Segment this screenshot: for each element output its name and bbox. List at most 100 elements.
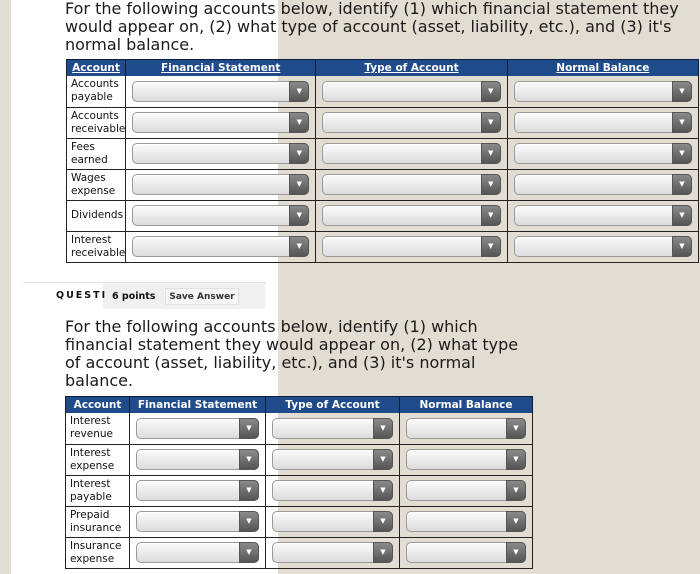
type-of-account-select[interactable]: ▼ <box>272 417 393 439</box>
answer-cell: ▼ <box>399 444 533 476</box>
dropdown-arrow-icon[interactable]: ▼ <box>480 112 501 133</box>
dropdown-arrow-icon[interactable]: ▼ <box>373 480 393 501</box>
prompt-line: balance. <box>65 371 134 390</box>
normal-balance-select[interactable]: ▼ <box>513 80 692 102</box>
question-points: 6 points <box>112 291 156 302</box>
dropdown-arrow-icon[interactable]: ▼ <box>239 511 259 532</box>
type-of-account-select[interactable]: ▼ <box>322 112 501 133</box>
normal-balance-select[interactable]: ▼ <box>513 112 692 133</box>
dropdown-arrow-icon[interactable]: ▼ <box>289 143 310 164</box>
dropdown-arrow-icon[interactable]: ▼ <box>480 80 501 102</box>
dropdown-arrow-icon[interactable]: ▼ <box>373 542 393 563</box>
financial-statement-select[interactable]: ▼ <box>136 449 259 470</box>
column-header-normal-balance: Normal Balance <box>399 396 533 413</box>
type-of-account-select[interactable]: ▼ <box>272 511 393 532</box>
answer-cell: ▼ <box>315 231 508 263</box>
account-name: Wages expense <box>65 169 127 201</box>
normal-balance-select[interactable]: ▼ <box>513 143 692 164</box>
type-of-account-select[interactable]: ▼ <box>272 542 393 563</box>
type-of-account-select[interactable]: ▼ <box>322 143 501 164</box>
dropdown-arrow-icon[interactable]: ▼ <box>289 174 310 195</box>
dropdown-arrow-icon[interactable]: ▼ <box>289 205 310 226</box>
type-of-account-select[interactable]: ▼ <box>272 480 393 501</box>
answer-cell: ▼ <box>507 231 700 263</box>
dropdown-arrow-icon[interactable]: ▼ <box>373 511 393 532</box>
dropdown-arrow-icon[interactable]: ▼ <box>239 449 259 470</box>
normal-balance-select[interactable]: ▼ <box>406 417 526 439</box>
question2-table: Account Financial Statement Type of Acco… <box>65 396 533 569</box>
account-name-line: expense <box>70 459 115 472</box>
financial-statement-select[interactable]: ▼ <box>136 480 259 501</box>
answer-cell: ▼ <box>265 506 400 538</box>
normal-balance-select[interactable]: ▼ <box>406 480 526 501</box>
account-name: Dividends <box>65 200 127 232</box>
account-name-line: Interest <box>70 477 111 490</box>
account-name-line: Wages <box>71 171 106 184</box>
type-of-account-select[interactable]: ▼ <box>322 236 501 257</box>
answer-cell: ▼ <box>507 138 700 170</box>
type-of-account-select[interactable]: ▼ <box>322 174 501 195</box>
table-header-row: Account Financial Statement Type of Acco… <box>65 59 700 76</box>
dropdown-arrow-icon[interactable]: ▼ <box>480 143 501 164</box>
dropdown-arrow-icon[interactable]: ▼ <box>239 542 259 563</box>
financial-statement-select[interactable]: ▼ <box>136 511 259 532</box>
answer-cell: ▼ <box>125 138 317 170</box>
save-answer-button[interactable]: Save Answer <box>165 288 239 305</box>
answer-cell: ▼ <box>507 200 700 232</box>
account-name-line: receivable <box>71 122 126 135</box>
account-name-line: Interest <box>70 415 111 428</box>
dropdown-arrow-icon[interactable]: ▼ <box>506 417 526 439</box>
answer-cell: ▼ <box>129 444 266 476</box>
dropdown-arrow-icon[interactable]: ▼ <box>480 174 501 195</box>
dropdown-arrow-icon[interactable]: ▼ <box>506 542 526 563</box>
dropdown-arrow-icon[interactable]: ▼ <box>480 205 501 226</box>
normal-balance-select[interactable]: ▼ <box>513 236 692 257</box>
normal-balance-select[interactable]: ▼ <box>513 174 692 195</box>
dropdown-arrow-icon[interactable]: ▼ <box>239 417 259 439</box>
type-of-account-select[interactable]: ▼ <box>322 205 501 226</box>
normal-balance-select[interactable]: ▼ <box>406 542 526 563</box>
financial-statement-select[interactable]: ▼ <box>132 205 310 226</box>
dropdown-arrow-icon[interactable]: ▼ <box>672 80 692 102</box>
normal-balance-select[interactable]: ▼ <box>513 205 692 226</box>
dropdown-arrow-icon[interactable]: ▼ <box>506 480 526 501</box>
dropdown-arrow-icon[interactable]: ▼ <box>373 417 393 439</box>
normal-balance-select[interactable]: ▼ <box>406 449 526 470</box>
financial-statement-select[interactable]: ▼ <box>132 174 310 195</box>
dropdown-arrow-icon[interactable]: ▼ <box>480 236 501 257</box>
prompt-line: For the following accounts below, identi… <box>65 0 679 18</box>
dropdown-arrow-icon[interactable]: ▼ <box>373 449 393 470</box>
answer-cell: ▼ <box>125 231 317 263</box>
normal-balance-select[interactable]: ▼ <box>406 511 526 532</box>
financial-statement-select[interactable]: ▼ <box>136 417 259 439</box>
table-row: Insurance expense ▼ ▼ ▼ <box>65 537 533 569</box>
dropdown-arrow-icon[interactable]: ▼ <box>289 236 310 257</box>
answer-cell: ▼ <box>129 475 266 507</box>
account-name-line: expense <box>70 552 115 565</box>
answer-cell: ▼ <box>129 537 266 569</box>
dropdown-arrow-icon[interactable]: ▼ <box>672 205 692 226</box>
dropdown-arrow-icon[interactable]: ▼ <box>672 112 692 133</box>
dropdown-arrow-icon[interactable]: ▼ <box>672 143 692 164</box>
content: For the following accounts below, identi… <box>0 0 700 574</box>
dropdown-arrow-icon[interactable]: ▼ <box>672 236 692 257</box>
answer-cell: ▼ <box>399 475 533 507</box>
answer-cell: ▼ <box>265 537 400 569</box>
financial-statement-select[interactable]: ▼ <box>136 542 259 563</box>
financial-statement-select[interactable]: ▼ <box>132 236 310 257</box>
dropdown-arrow-icon[interactable]: ▼ <box>289 80 310 102</box>
dropdown-arrow-icon[interactable]: ▼ <box>289 112 310 133</box>
type-of-account-select[interactable]: ▼ <box>272 449 393 470</box>
column-header-account: Account <box>65 396 130 413</box>
dropdown-arrow-icon[interactable]: ▼ <box>506 511 526 532</box>
financial-statement-select[interactable]: ▼ <box>132 143 310 164</box>
financial-statement-select[interactable]: ▼ <box>132 112 310 133</box>
table-row: Interest payable ▼ ▼ ▼ <box>65 475 533 507</box>
dropdown-arrow-icon[interactable]: ▼ <box>239 480 259 501</box>
dropdown-arrow-icon[interactable]: ▼ <box>506 449 526 470</box>
financial-statement-select[interactable]: ▼ <box>132 80 310 102</box>
account-name: Accounts receivable <box>65 107 127 139</box>
table-row: Dividends ▼ ▼ ▼ <box>65 200 700 232</box>
type-of-account-select[interactable]: ▼ <box>322 80 501 102</box>
dropdown-arrow-icon[interactable]: ▼ <box>672 174 692 195</box>
